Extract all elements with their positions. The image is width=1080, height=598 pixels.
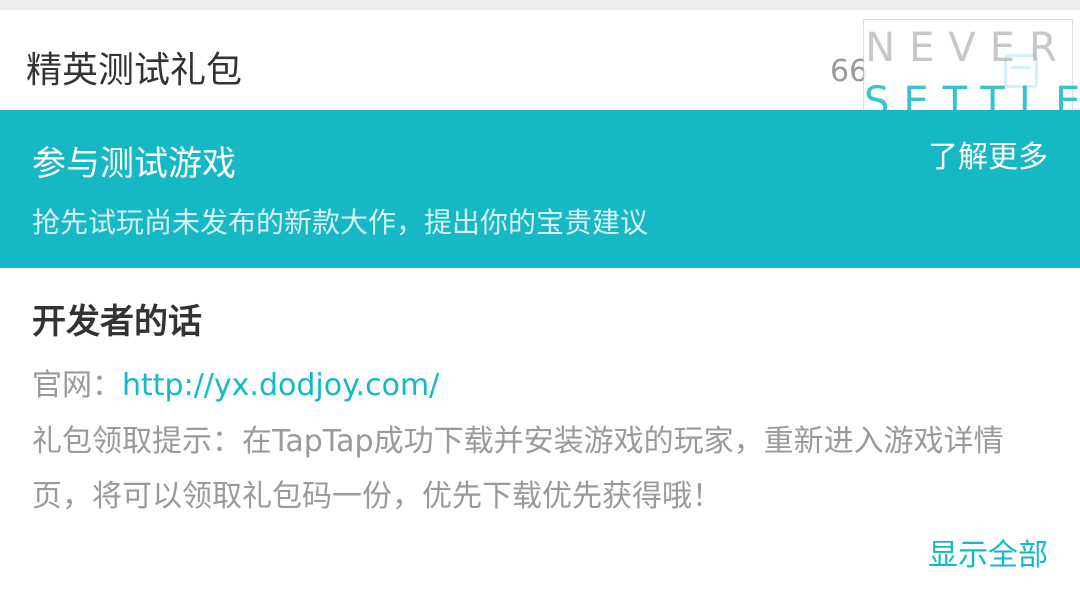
- gift-package-title: 精英测试礼包: [26, 50, 243, 91]
- official-site-link[interactable]: http://yx.dodjoy.com/: [122, 368, 439, 403]
- gift-claim-note: 礼包领取提示：在TapTap成功下载并安装游戏的玩家，重新进入游戏详情页，将可以…: [32, 424, 1004, 514]
- official-site-line: 官网：http://yx.dodjoy.com/: [32, 364, 439, 408]
- beta-banner-title: 参与测试游戏: [32, 144, 236, 184]
- watermark-line-1: NEVER: [865, 25, 1071, 71]
- show-all-button[interactable]: 显示全部: [928, 536, 1048, 576]
- official-site-label: 官网：: [32, 368, 122, 403]
- gift-count: 66: [830, 54, 869, 89]
- developer-notes-heading: 开发者的话: [32, 302, 202, 342]
- top-divider: [0, 0, 1080, 10]
- learn-more-link[interactable]: 了解更多: [928, 138, 1048, 178]
- beta-banner-subtitle: 抢先试玩尚未发布的新款大作，提出你的宝贵建议: [32, 206, 649, 239]
- beta-test-banner[interactable]: 参与测试游戏 了解更多 抢先试玩尚未发布的新款大作，提出你的宝贵建议: [0, 110, 1080, 268]
- developer-notes-section: 开发者的话 官网：http://yx.dodjoy.com/ 礼包领取提示：在T…: [0, 268, 1080, 598]
